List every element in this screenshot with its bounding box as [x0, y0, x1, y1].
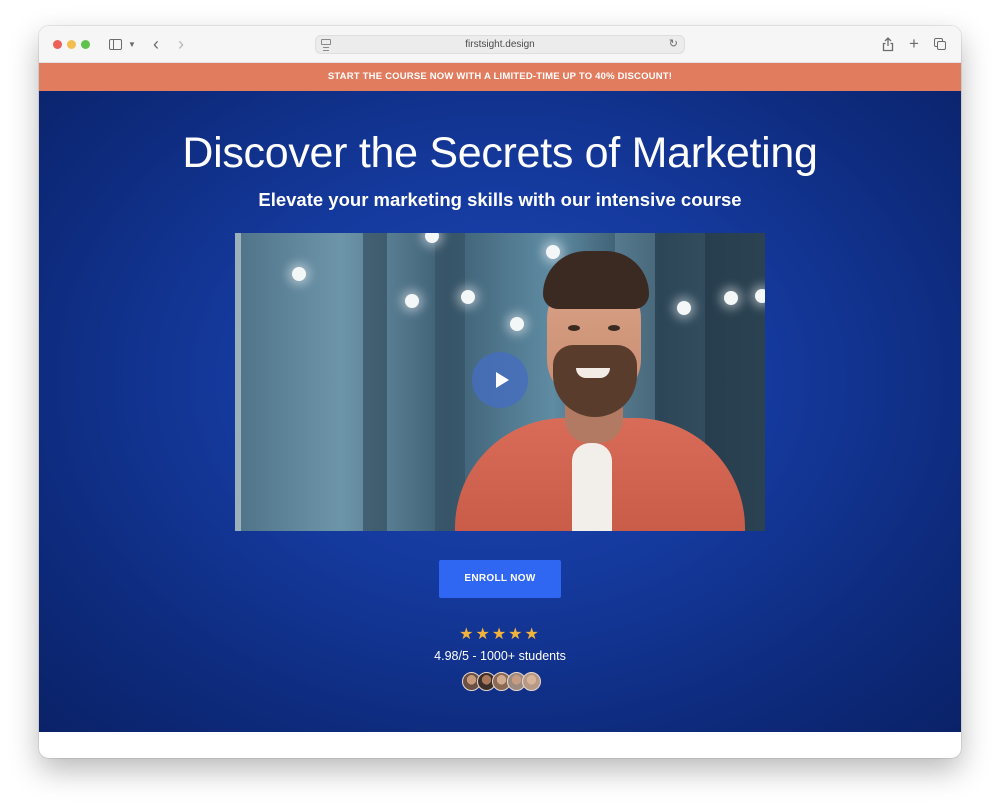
hero-section: Discover the Secrets of Marketing Elevat…: [39, 91, 961, 732]
forward-button[interactable]: ›: [174, 34, 188, 54]
avatar: [522, 672, 541, 691]
page-subtitle: Elevate your marketing skills with our i…: [258, 189, 742, 210]
student-avatars: [462, 672, 541, 691]
chevron-down-icon[interactable]: ▼: [127, 35, 137, 53]
enroll-now-button[interactable]: ENROLL NOW: [439, 560, 561, 598]
zoom-window-button[interactable]: [81, 40, 90, 49]
play-button[interactable]: [472, 352, 528, 408]
address-bar[interactable]: firstsight.design ↻: [315, 35, 685, 54]
back-button[interactable]: ‹: [149, 34, 163, 54]
tabs-overview-icon[interactable]: [932, 35, 948, 53]
new-tab-icon[interactable]: +: [907, 34, 921, 53]
share-icon[interactable]: [881, 35, 895, 53]
minimize-window-button[interactable]: [67, 40, 76, 49]
sidebar-icon[interactable]: [107, 35, 123, 53]
page-title: Discover the Secrets of Marketing: [182, 129, 818, 177]
play-icon: [495, 372, 509, 388]
course-video[interactable]: [235, 233, 765, 531]
rating-summary: 4.98/5 - 1000+ students: [434, 649, 566, 663]
url-text[interactable]: firstsight.design: [316, 36, 684, 53]
browser-toolbar: ▼ ‹ › firstsight.design ↻ +: [39, 26, 961, 63]
star-rating: ★★★★★: [459, 626, 541, 643]
close-window-button[interactable]: [53, 40, 62, 49]
promo-banner[interactable]: START THE COURSE NOW WITH A LIMITED-TIME…: [39, 63, 961, 91]
browser-window: ▼ ‹ › firstsight.design ↻ + START THE CO…: [39, 26, 961, 758]
reload-icon[interactable]: ↻: [669, 37, 678, 50]
